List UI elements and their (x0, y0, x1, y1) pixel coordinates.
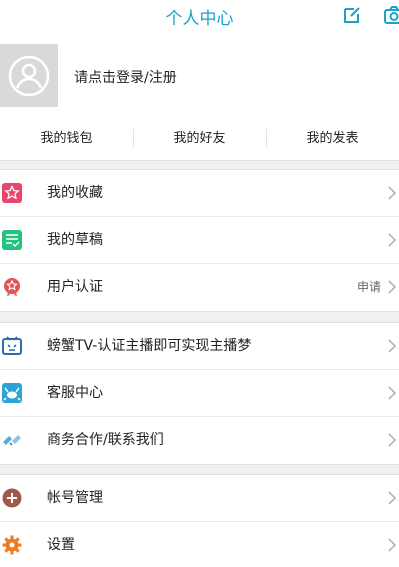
personal-center-screen: 个人中心 请点击登录/注册 我的钱包 我的好友 我的发表 我的收藏 我的草稿 用… (0, 0, 399, 567)
support-label: 客服中心 (47, 385, 103, 401)
apply-label: 申请 (356, 280, 381, 294)
chevron-right-icon (388, 386, 397, 400)
account-label: 帐号管理 (47, 490, 103, 506)
user-icon (8, 55, 50, 96)
wallet-tab[interactable]: 我的钱包 (0, 117, 133, 160)
login-section[interactable]: 请点击登录/注册 (0, 44, 399, 107)
handshake-icon (3, 435, 21, 446)
business-row[interactable]: 商务合作/联系我们 (0, 417, 399, 464)
tv-row[interactable]: 螃蟹TV-认证主播即可实现主播梦 (0, 323, 399, 370)
chevron-right-icon (388, 433, 397, 447)
camera-icon[interactable] (383, 4, 399, 26)
verification-label: 用户认证 (47, 279, 103, 295)
section-divider (0, 311, 399, 323)
badge-icon (4, 278, 20, 296)
favorites-row[interactable]: 我的收藏 (0, 170, 399, 217)
tv-label: 螃蟹TV-认证主播即可实现主播梦 (47, 338, 252, 354)
section-divider (0, 160, 399, 170)
chevron-right-icon (388, 280, 397, 294)
favorites-label: 我的收藏 (47, 185, 103, 201)
chevron-right-icon (388, 186, 397, 200)
chevron-right-icon (388, 538, 397, 552)
star-icon (2, 183, 22, 203)
account-row[interactable]: 帐号管理 (0, 475, 399, 522)
chevron-right-icon (388, 339, 397, 353)
draft-icon (2, 230, 22, 250)
settings-label: 设置 (47, 537, 75, 553)
friends-tab[interactable]: 我的好友 (133, 117, 266, 160)
chevron-right-icon (388, 491, 397, 505)
verification-row[interactable]: 用户认证 申请 (0, 264, 399, 311)
edit-icon[interactable] (341, 4, 363, 26)
quick-links: 我的钱包 我的好友 我的发表 (0, 117, 399, 160)
posts-tab[interactable]: 我的发表 (266, 117, 399, 160)
section-divider (0, 464, 399, 475)
plus-circle-icon (2, 488, 22, 508)
support-row[interactable]: 客服中心 (0, 370, 399, 417)
crab-icon (2, 383, 22, 403)
tv-icon (2, 336, 22, 355)
top-bar: 个人中心 (0, 0, 399, 34)
gear-icon (2, 535, 22, 555)
chevron-right-icon (388, 233, 397, 247)
avatar[interactable] (0, 44, 58, 107)
drafts-label: 我的草稿 (47, 232, 103, 248)
drafts-row[interactable]: 我的草稿 (0, 217, 399, 264)
page-title: 个人中心 (165, 9, 234, 29)
login-register-link[interactable]: 请点击登录/注册 (74, 67, 177, 87)
business-label: 商务合作/联系我们 (47, 432, 164, 448)
settings-row[interactable]: 设置 (0, 522, 399, 567)
